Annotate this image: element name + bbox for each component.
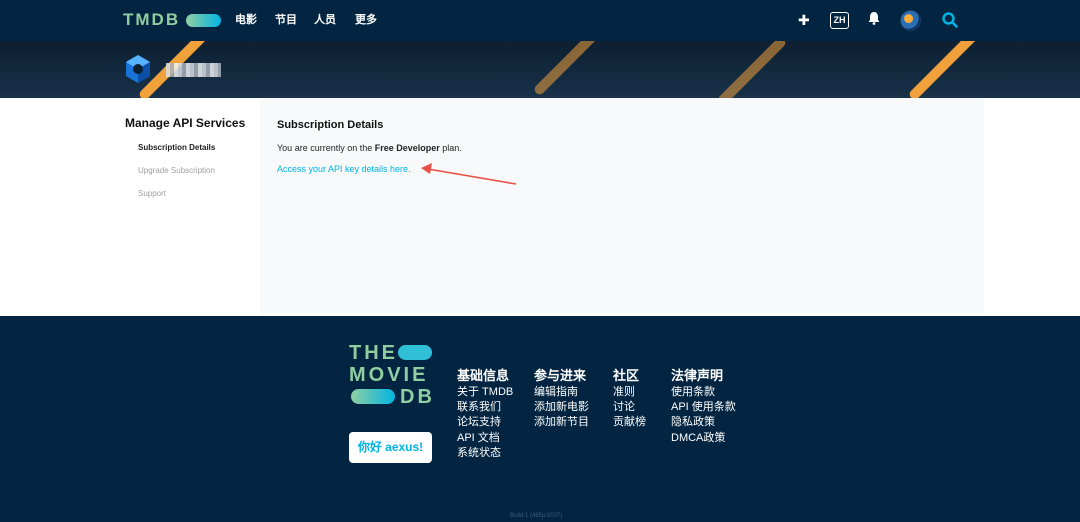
footer-link[interactable]: 系统状态 <box>457 446 501 460</box>
api-key-link[interactable]: Access your API key details here. <box>277 163 411 175</box>
nav-tv[interactable]: 节目 <box>275 12 297 28</box>
footer-link[interactable]: 关于 TMDB <box>457 385 513 399</box>
hello-user-button[interactable]: 你好 aexus! <box>349 432 432 463</box>
footer-link[interactable]: 编辑指南 <box>534 385 578 399</box>
footer-link[interactable]: 使用条款 <box>671 385 715 399</box>
page-title: Subscription Details <box>277 119 384 131</box>
footer-logo-movie: MOVIE <box>349 364 429 386</box>
footer-col-title: 基础信息 <box>457 368 510 383</box>
blurred-username <box>166 63 221 77</box>
plus-icon[interactable]: ✚ <box>798 11 810 29</box>
sidebar-item-upgrade-subscription[interactable]: Upgrade Subscription <box>138 165 215 177</box>
footer-link[interactable]: API 文档 <box>457 431 500 445</box>
nav-more[interactable]: 更多 <box>355 12 377 28</box>
footer-link[interactable]: 贡献榜 <box>613 415 646 429</box>
sidebar-item-support[interactable]: Support <box>138 188 166 200</box>
footer-col-title: 参与进来 <box>534 368 587 383</box>
footer-logo-db: DB <box>400 386 435 408</box>
tmdb-logo[interactable]: TMDB <box>123 10 180 30</box>
top-nav: TMDB 电影 节目 人员 更多 ✚ ZH <box>0 0 1080 41</box>
bell-icon[interactable] <box>868 11 880 30</box>
footer-link[interactable]: 论坛支持 <box>457 415 501 429</box>
plan-prefix: You are currently on the <box>277 143 375 153</box>
footer-logo-pill <box>351 389 395 404</box>
account-logo-icon <box>126 55 150 83</box>
sidebar-title: Manage API Services <box>125 116 246 130</box>
search-icon[interactable] <box>941 11 959 29</box>
footer-link[interactable]: 联系我们 <box>457 400 501 414</box>
plan-suffix: plan. <box>439 143 462 153</box>
footer-link[interactable]: API 使用条款 <box>671 400 736 414</box>
plan-text: You are currently on the Free Developer … <box>277 142 462 154</box>
annotation-arrow-icon <box>421 163 517 185</box>
nav-people[interactable]: 人员 <box>314 12 336 28</box>
plan-name: Free Developer <box>374 143 440 153</box>
footer-logo-the: THE <box>349 342 398 364</box>
banner-stripe <box>716 41 788 98</box>
footer-link[interactable]: 添加新电影 <box>534 400 589 414</box>
sidebar-item-subscription-details[interactable]: Subscription Details <box>138 142 215 154</box>
footer-link[interactable]: DMCA政策 <box>671 431 725 445</box>
footer-link[interactable]: 添加新节目 <box>534 415 589 429</box>
footer-link[interactable]: 隐私政策 <box>671 415 715 429</box>
build-info: Build 1 (485p:0037) <box>510 513 563 519</box>
user-avatar[interactable] <box>900 10 921 31</box>
footer: THE MOVIE DB 基础信息 关于 TMDB 联系我们 论坛支持 API … <box>0 316 1080 522</box>
footer-col-title: 法律声明 <box>671 368 724 383</box>
language-button[interactable]: ZH <box>830 12 849 29</box>
footer-logo-pill <box>398 345 432 360</box>
footer-link[interactable]: 准则 <box>613 385 635 399</box>
footer-col-title: 社区 <box>613 368 640 383</box>
logo-pill <box>186 14 221 27</box>
banner-stripe <box>532 41 604 97</box>
nav-movies[interactable]: 电影 <box>235 12 257 28</box>
account-banner <box>0 41 1080 98</box>
banner-stripe <box>907 41 979 98</box>
footer-link[interactable]: 讨论 <box>613 400 635 414</box>
